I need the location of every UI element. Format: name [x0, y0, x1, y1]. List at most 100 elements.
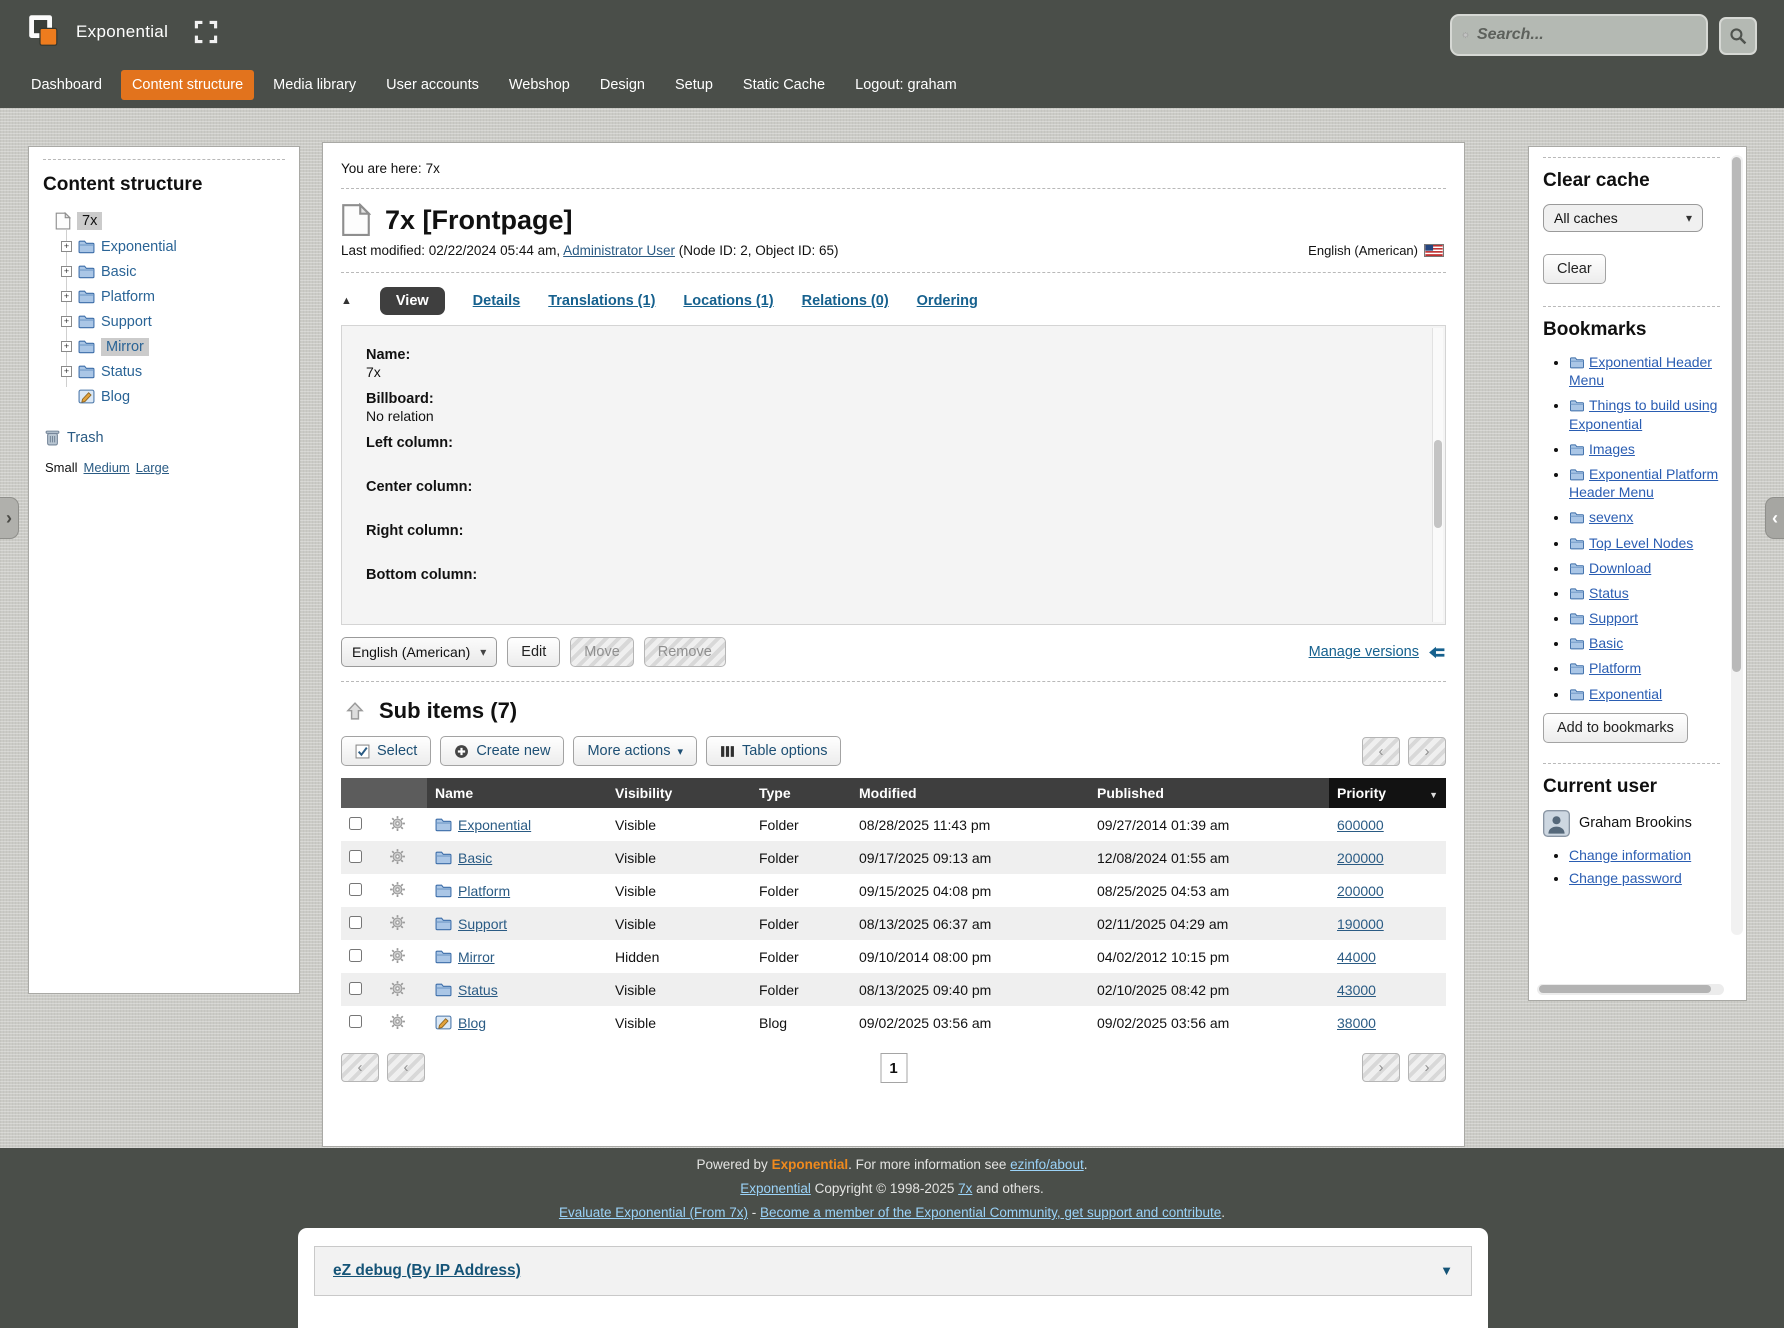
tree-item-blog[interactable]: Blog — [61, 384, 285, 409]
tree-item-label-selected[interactable]: Mirror — [101, 338, 149, 356]
row-priority-link[interactable]: 600000 — [1337, 817, 1384, 833]
row-checkbox[interactable] — [349, 1015, 362, 1028]
bookmark-link[interactable]: Download — [1589, 560, 1651, 576]
more-actions-button[interactable]: More actions ▾ — [573, 736, 697, 766]
row-checkbox[interactable] — [349, 982, 362, 995]
search-submit-button[interactable] — [1719, 17, 1757, 55]
tree-item-label[interactable]: Exponential — [101, 239, 177, 255]
ezinfo-about-link[interactable]: ezinfo/about — [1010, 1157, 1084, 1172]
gear-icon[interactable] — [389, 980, 406, 997]
bookmark-link[interactable]: Images — [1589, 441, 1635, 457]
scrollbar-thumb[interactable] — [1434, 440, 1442, 528]
sidebar-horizontal-scrollbar[interactable] — [1537, 984, 1724, 995]
gear-icon[interactable] — [389, 881, 406, 898]
collapse-section-icon[interactable] — [341, 295, 352, 307]
tab-translations[interactable]: Translations (1) — [548, 293, 655, 309]
row-checkbox[interactable] — [349, 916, 362, 929]
cache-type-select[interactable]: All caches — [1543, 204, 1703, 232]
bookmark-link[interactable]: Exponential Platform Header Menu — [1569, 466, 1718, 500]
expand-icon[interactable] — [61, 241, 72, 252]
bookmark-link[interactable]: Exponential — [1589, 686, 1662, 702]
nav-logout[interactable]: Logout: graham — [844, 70, 968, 100]
left-panel-collapse-tab[interactable] — [0, 497, 19, 539]
row-priority-link[interactable]: 43000 — [1337, 982, 1376, 998]
row-name-link[interactable]: Platform — [458, 883, 510, 899]
expand-icon[interactable] — [61, 316, 72, 327]
manage-versions-link[interactable]: Manage versions — [1309, 644, 1419, 660]
nav-media-library[interactable]: Media library — [262, 70, 367, 100]
nav-user-accounts[interactable]: User accounts — [375, 70, 490, 100]
tree-root-node[interactable]: 7x — [55, 212, 285, 230]
tree-item-status[interactable]: Status — [61, 359, 285, 384]
nav-dashboard[interactable]: Dashboard — [20, 70, 113, 100]
nav-setup[interactable]: Setup — [664, 70, 724, 100]
community-link[interactable]: Become a member of the Exponential Commu… — [760, 1205, 1221, 1220]
row-priority-link[interactable]: 190000 — [1337, 916, 1384, 932]
sidebar-vertical-scrollbar[interactable] — [1731, 155, 1743, 935]
bookmark-link[interactable]: Status — [1589, 585, 1629, 601]
tree-item-label[interactable]: Support — [101, 314, 152, 330]
debug-collapse-icon[interactable] — [1440, 1262, 1453, 1280]
tree-item-platform[interactable]: Platform — [61, 284, 285, 309]
gear-icon[interactable] — [389, 914, 406, 931]
select-button[interactable]: Select — [341, 736, 431, 766]
tree-item-exponential[interactable]: Exponential — [61, 234, 285, 259]
row-checkbox[interactable] — [349, 850, 362, 863]
tab-relations[interactable]: Relations (0) — [802, 293, 889, 309]
row-name-link[interactable]: Blog — [458, 1015, 486, 1031]
nav-static-cache[interactable]: Static Cache — [732, 70, 836, 100]
trash-item[interactable]: Trash — [45, 429, 285, 446]
row-priority-link[interactable]: 38000 — [1337, 1015, 1376, 1031]
trash-label[interactable]: Trash — [67, 430, 104, 446]
tab-locations[interactable]: Locations (1) — [683, 293, 773, 309]
bookmark-link[interactable]: Top Level Nodes — [1589, 535, 1693, 551]
row-name-link[interactable]: Status — [458, 982, 498, 998]
row-priority-link[interactable]: 200000 — [1337, 883, 1384, 899]
language-select[interactable]: English (American) — [341, 637, 497, 667]
gear-icon[interactable] — [389, 848, 406, 865]
tree-item-support[interactable]: Support — [61, 309, 285, 334]
row-name-link[interactable]: Mirror — [458, 949, 495, 965]
row-priority-link[interactable]: 200000 — [1337, 850, 1384, 866]
row-priority-link[interactable]: 44000 — [1337, 949, 1376, 965]
expand-icon[interactable] — [61, 341, 72, 352]
nav-design[interactable]: Design — [589, 70, 656, 100]
size-medium-link[interactable]: Medium — [84, 460, 130, 475]
copyright-7x-link[interactable]: 7x — [958, 1181, 972, 1196]
expand-icon[interactable] — [61, 266, 72, 277]
table-options-button[interactable]: Table options — [706, 736, 841, 766]
row-name-link[interactable]: Exponential — [458, 817, 531, 833]
tree-item-label[interactable]: Basic — [101, 264, 136, 280]
nav-content-structure[interactable]: Content structure — [121, 70, 254, 100]
scrollbar-thumb[interactable] — [1732, 157, 1741, 672]
bookmark-link[interactable]: Exponential Header Menu — [1569, 354, 1712, 388]
change-information-link[interactable]: Change information — [1569, 847, 1691, 863]
tab-details[interactable]: Details — [473, 293, 521, 309]
expand-icon[interactable] — [61, 366, 72, 377]
tree-item-label[interactable]: Status — [101, 364, 142, 380]
tab-ordering[interactable]: Ordering — [917, 293, 978, 309]
copyright-brand-link[interactable]: Exponential — [740, 1181, 811, 1196]
tree-item-label[interactable]: Platform — [101, 289, 155, 305]
tree-item-label[interactable]: Blog — [101, 389, 130, 405]
search-box[interactable] — [1450, 14, 1708, 56]
gear-icon[interactable] — [389, 1013, 406, 1030]
row-checkbox[interactable] — [349, 817, 362, 830]
bookmark-link[interactable]: sevenx — [1589, 509, 1633, 525]
row-name-link[interactable]: Support — [458, 916, 507, 932]
search-input[interactable] — [1477, 26, 1696, 44]
add-to-bookmarks-button[interactable]: Add to bookmarks — [1543, 713, 1688, 743]
attributes-scrollbar[interactable] — [1432, 328, 1443, 622]
current-page-number[interactable]: 1 — [880, 1053, 907, 1083]
row-checkbox[interactable] — [349, 883, 362, 896]
gear-icon[interactable] — [389, 947, 406, 964]
fullscreen-icon[interactable] — [194, 20, 218, 44]
evaluate-link[interactable]: Evaluate Exponential (From 7x) — [559, 1205, 748, 1220]
breadcrumb-current[interactable]: 7x — [426, 161, 440, 176]
row-checkbox[interactable] — [349, 949, 362, 962]
tree-root-label[interactable]: 7x — [77, 212, 102, 230]
clear-cache-button[interactable]: Clear — [1543, 254, 1606, 284]
tab-view[interactable]: View — [380, 287, 445, 315]
bookmark-link[interactable]: Things to build using Exponential — [1569, 397, 1717, 431]
nav-webshop[interactable]: Webshop — [498, 70, 581, 100]
